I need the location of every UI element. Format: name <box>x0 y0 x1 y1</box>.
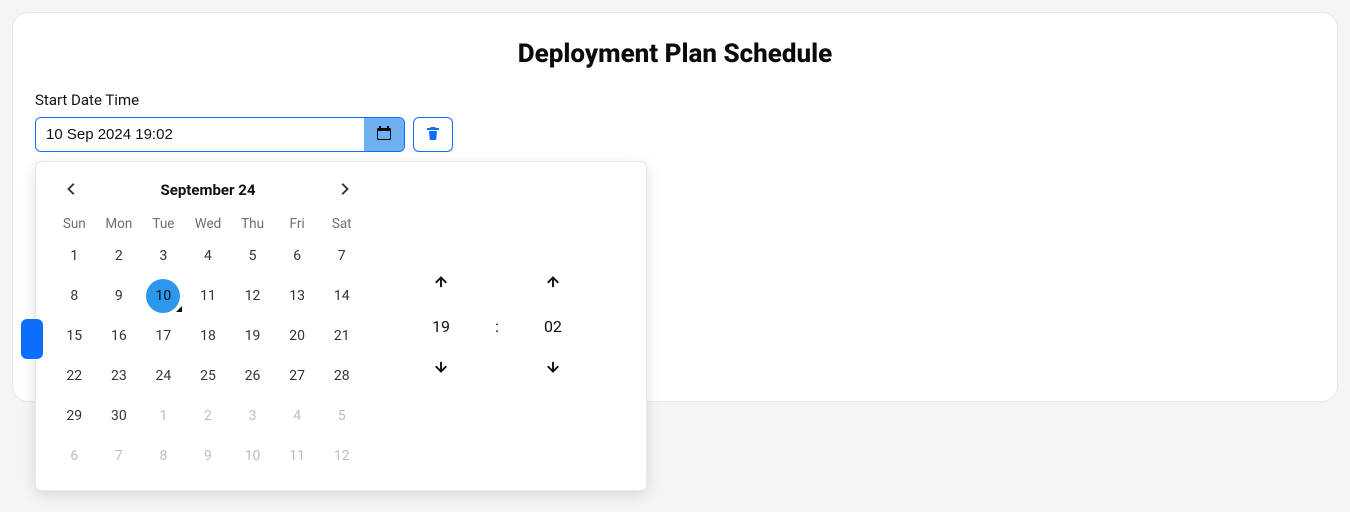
weekday-label: Thu <box>230 216 275 232</box>
calendar-day[interactable]: 14 <box>319 276 364 316</box>
calendar-day[interactable]: 20 <box>275 316 320 356</box>
calendar-day[interactable]: 23 <box>97 356 142 396</box>
calendar-day[interactable]: 3 <box>141 236 186 276</box>
calendar-day[interactable]: 12 <box>319 436 364 476</box>
datetime-input-group <box>35 117 405 152</box>
prev-month-button[interactable] <box>58 176 86 204</box>
minute-value[interactable]: 02 <box>544 317 562 336</box>
calendar-day[interactable]: 8 <box>52 276 97 316</box>
calendar-day[interactable]: 26 <box>230 356 275 396</box>
start-datetime-label: Start Date Time <box>35 91 1315 109</box>
arrow-down-icon <box>546 361 560 378</box>
weekday-label: Tue <box>141 216 186 232</box>
arrow-up-icon <box>546 274 560 291</box>
trash-icon <box>425 125 441 144</box>
calendar-day[interactable]: 25 <box>186 356 231 396</box>
calendar-day[interactable]: 3 <box>230 396 275 436</box>
calendar-panel: September 24 SunMonTueWedThuFriSat 12345… <box>52 176 364 476</box>
chevron-right-icon <box>337 182 351 199</box>
schedule-card: Deployment Plan Schedule Start Date Time <box>12 12 1338 402</box>
calendar-day[interactable]: 24 <box>141 356 186 396</box>
calendar-day[interactable]: 11 <box>275 436 320 476</box>
weekday-label: Wed <box>186 216 231 232</box>
calendar-day[interactable]: 2 <box>97 236 142 276</box>
weekday-label: Mon <box>97 216 142 232</box>
weekday-label: Sun <box>52 216 97 232</box>
calendar-day[interactable]: 1 <box>141 396 186 436</box>
calendar-day[interactable]: 5 <box>319 396 364 436</box>
minute-spinner: 02 <box>539 269 567 384</box>
minute-down-button[interactable] <box>539 356 567 384</box>
calendar-day[interactable]: 15 <box>52 316 97 356</box>
calendar-grid: 1234567891011121314151617181920212223242… <box>52 236 364 476</box>
datetime-input[interactable] <box>36 118 364 151</box>
hour-value[interactable]: 19 <box>432 317 450 336</box>
calendar-day[interactable]: 5 <box>230 236 275 276</box>
calendar-header: September 24 <box>52 176 364 210</box>
calendar-day[interactable]: 30 <box>97 396 142 436</box>
calendar-day[interactable]: 4 <box>186 236 231 276</box>
calendar-day[interactable]: 9 <box>186 436 231 476</box>
calendar-day[interactable]: 22 <box>52 356 97 396</box>
page-title: Deployment Plan Schedule <box>35 39 1315 69</box>
minute-up-button[interactable] <box>539 269 567 297</box>
chevron-left-icon <box>65 182 79 199</box>
time-separator: : <box>495 317 499 336</box>
datetime-picker-popover: September 24 SunMonTueWedThuFriSat 12345… <box>35 161 647 491</box>
calendar-day[interactable]: 6 <box>275 236 320 276</box>
calendar-day[interactable]: 9 <box>97 276 142 316</box>
time-panel: 19 : 02 <box>364 176 630 476</box>
calendar-day[interactable]: 2 <box>186 396 231 436</box>
calendar-day[interactable]: 4 <box>275 396 320 436</box>
calendar-day[interactable]: 7 <box>97 436 142 476</box>
calendar-day[interactable]: 6 <box>52 436 97 476</box>
arrow-up-icon <box>434 274 448 291</box>
hour-spinner: 19 <box>427 269 455 384</box>
weekday-header: SunMonTueWedThuFriSat <box>52 210 364 236</box>
weekday-label: Fri <box>275 216 320 232</box>
datetime-row <box>35 117 1315 152</box>
clear-datetime-button[interactable] <box>413 117 453 152</box>
hour-up-button[interactable] <box>427 269 455 297</box>
calendar-day[interactable]: 29 <box>52 396 97 436</box>
calendar-day[interactable]: 28 <box>319 356 364 396</box>
calendar-day[interactable]: 10 <box>141 276 186 316</box>
arrow-down-icon <box>434 361 448 378</box>
calendar-day[interactable]: 8 <box>141 436 186 476</box>
calendar-day[interactable]: 11 <box>186 276 231 316</box>
calendar-icon <box>376 125 392 144</box>
hour-down-button[interactable] <box>427 356 455 384</box>
calendar-day[interactable]: 10 <box>230 436 275 476</box>
calendar-day[interactable]: 12 <box>230 276 275 316</box>
calendar-day[interactable]: 19 <box>230 316 275 356</box>
calendar-day[interactable]: 18 <box>186 316 231 356</box>
open-calendar-button[interactable] <box>364 118 404 151</box>
weekday-label: Sat <box>319 216 364 232</box>
month-label[interactable]: September 24 <box>161 181 256 199</box>
next-month-button[interactable] <box>330 176 358 204</box>
calendar-day[interactable]: 13 <box>275 276 320 316</box>
calendar-day[interactable]: 27 <box>275 356 320 396</box>
calendar-day[interactable]: 16 <box>97 316 142 356</box>
calendar-day[interactable]: 7 <box>319 236 364 276</box>
calendar-day[interactable]: 17 <box>141 316 186 356</box>
calendar-day[interactable]: 1 <box>52 236 97 276</box>
calendar-day[interactable]: 21 <box>319 316 364 356</box>
save-button[interactable] <box>21 319 43 359</box>
